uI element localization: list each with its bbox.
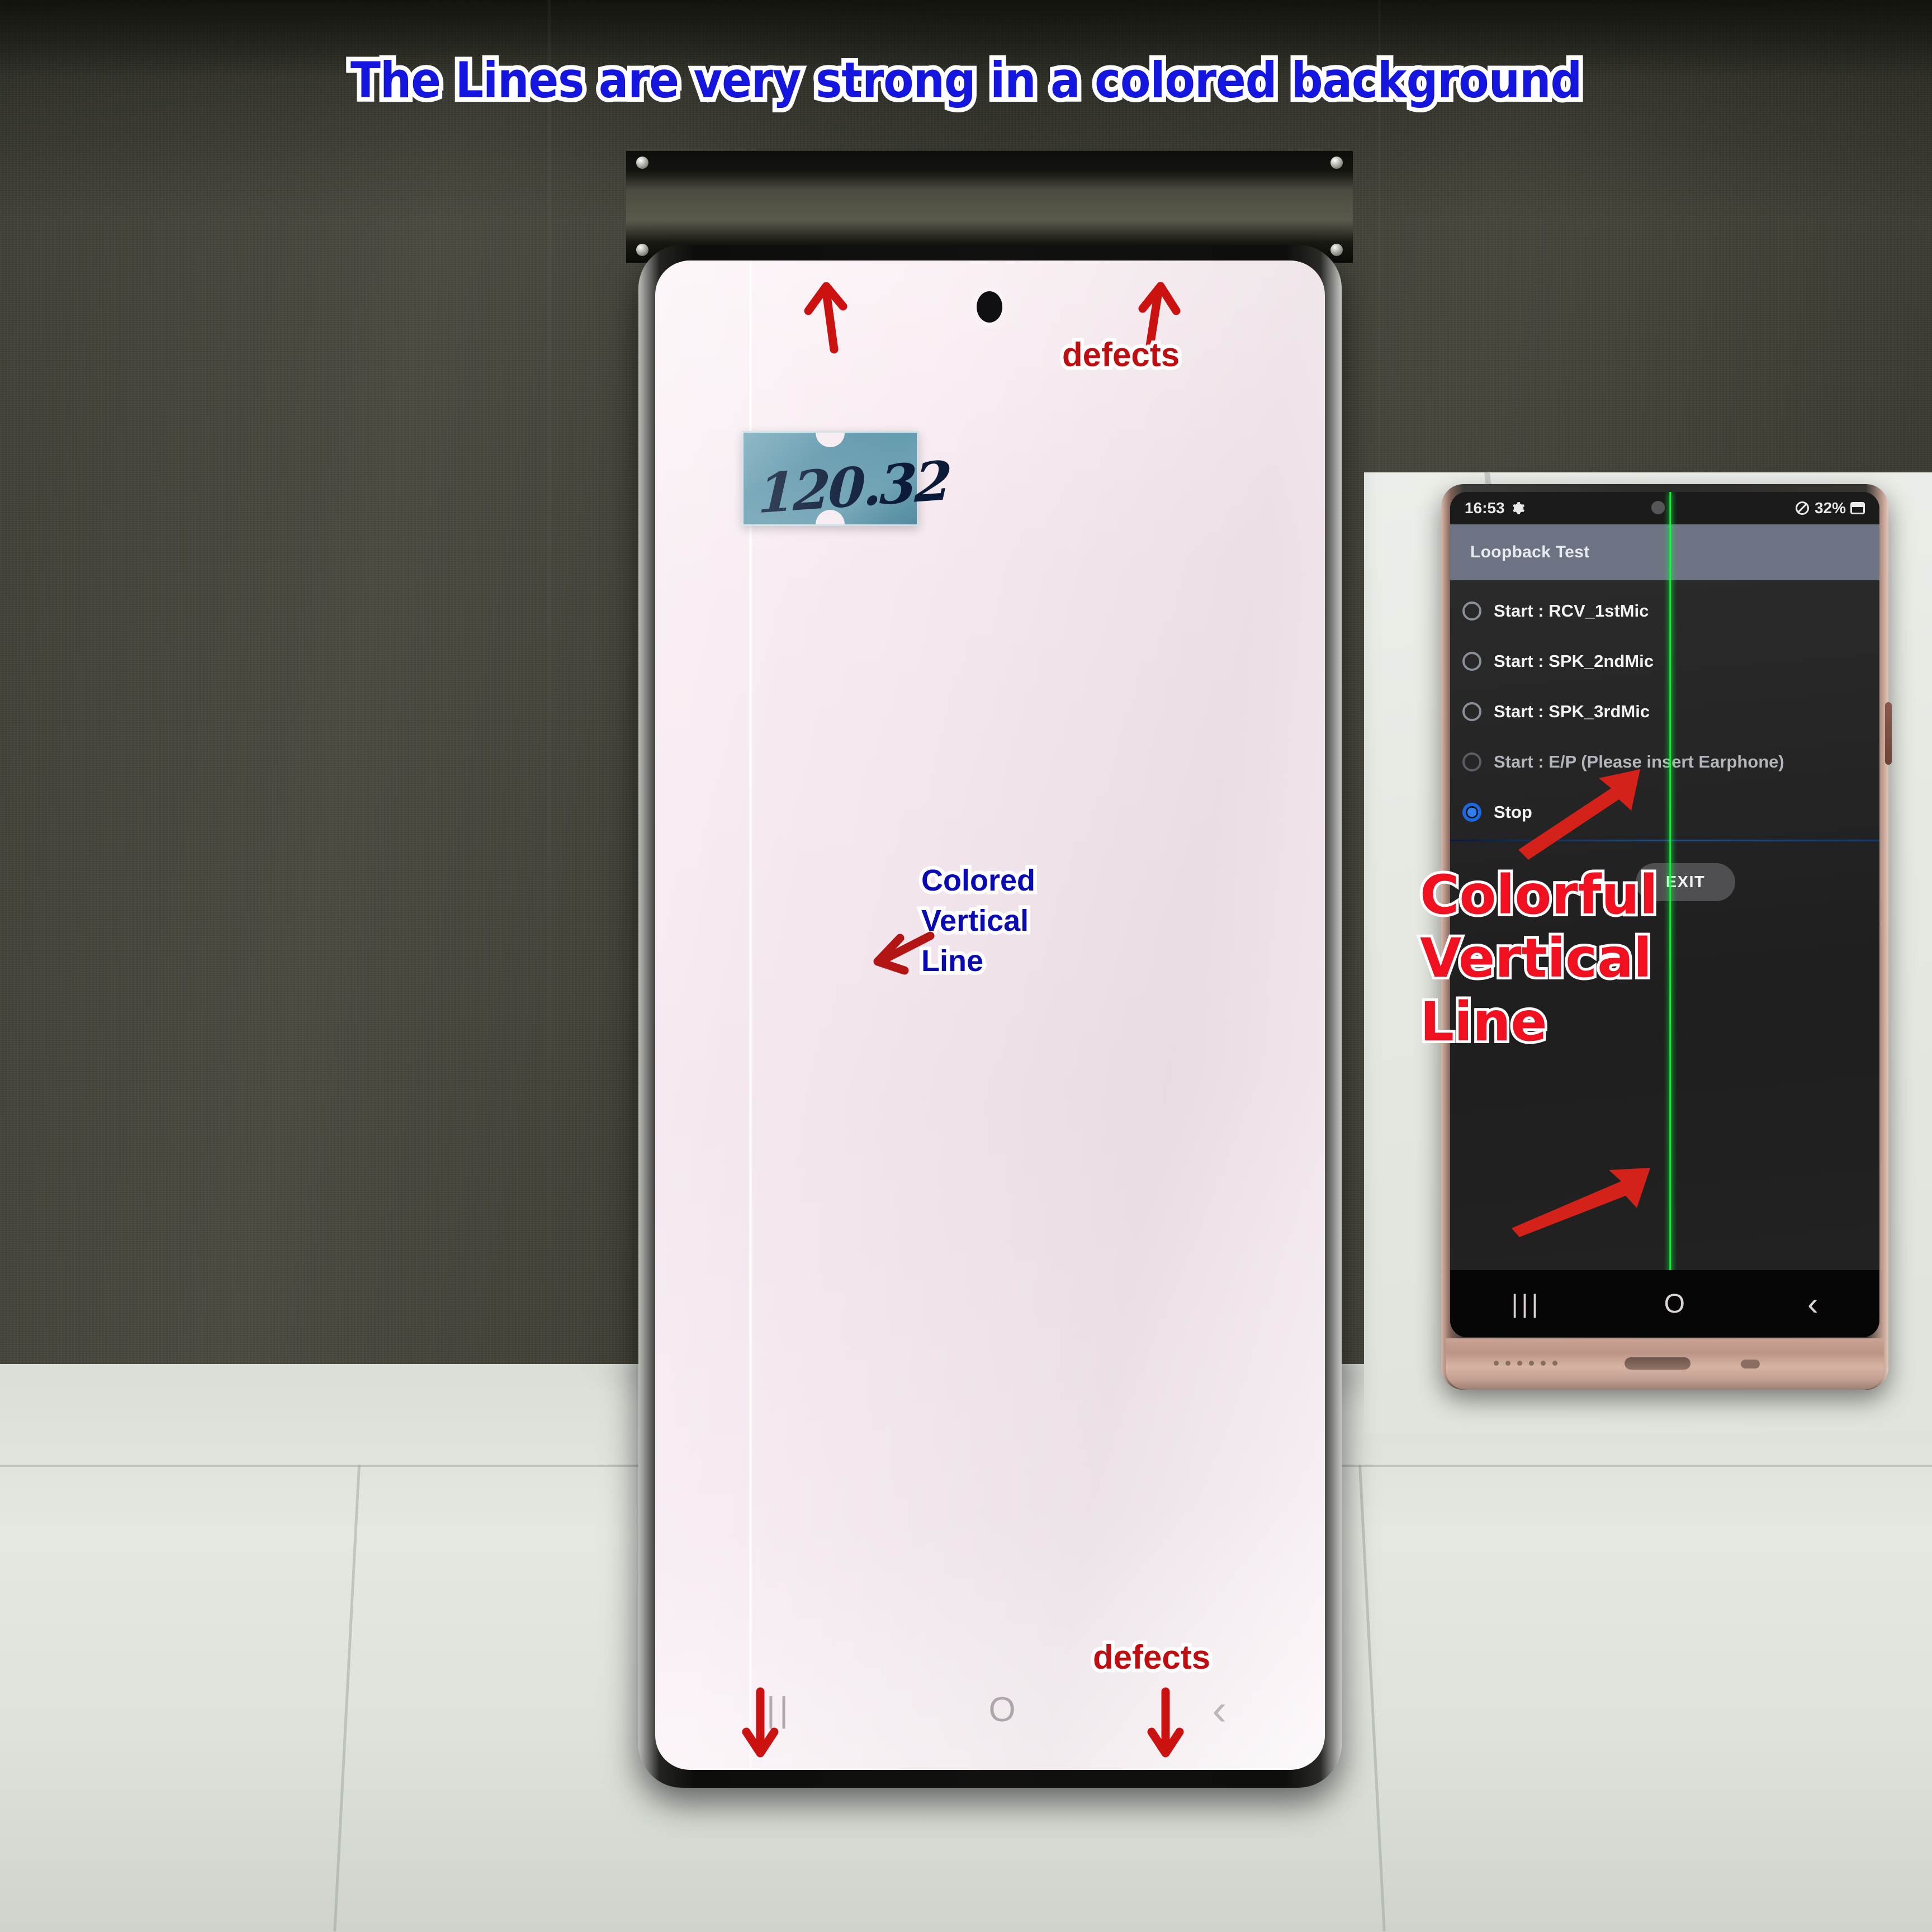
app-title: Loopback Test <box>1470 543 1590 561</box>
page-title: The Lines are very strong in a colored b… <box>346 47 1587 113</box>
label-line-2: Vertical <box>917 900 1032 941</box>
radio-button[interactable] <box>1462 803 1481 822</box>
radio-button[interactable] <box>1462 602 1481 621</box>
back-icon[interactable]: ‹ <box>1212 1684 1227 1735</box>
label-line-1: Colored <box>917 860 1039 901</box>
radio-button[interactable] <box>1462 752 1481 771</box>
status-bar: 16:53 32% <box>1450 492 1879 524</box>
fixture-screw <box>1330 244 1343 256</box>
left-phone-device: 120.32 ||| O ‹ <box>638 245 1342 1788</box>
right-phone-navbar: ||| O ‹ <box>1450 1270 1879 1337</box>
colorful-vertical-line-label: Colorful Vertical Line <box>1417 861 1661 1056</box>
annotation-arrow-to-green-line-top <box>1518 769 1640 860</box>
recents-icon[interactable]: ||| <box>1512 1289 1542 1319</box>
fixture-screw <box>1330 157 1343 169</box>
gear-icon <box>1512 502 1524 514</box>
front-camera-punch-hole <box>977 291 1002 323</box>
fixture-screw <box>636 244 648 256</box>
side-power-button[interactable] <box>1885 702 1892 765</box>
loopback-option-label: Start : RCV_1stMic <box>1494 601 1649 621</box>
sticker-handwriting: 120.32 <box>757 448 951 526</box>
speaker-grille <box>1494 1361 1557 1366</box>
battery-percent: 32% <box>1814 499 1846 517</box>
back-icon[interactable]: ‹ <box>1807 1285 1818 1323</box>
loopback-option-row[interactable]: Start : SPK_2ndMic <box>1450 636 1879 686</box>
inventory-sticker: 120.32 <box>742 431 951 526</box>
screen-defect-green-vertical-line <box>1669 492 1672 1301</box>
loopback-option-row[interactable]: Start : SPK_3rdMic <box>1450 686 1879 737</box>
radio-button[interactable] <box>1462 702 1481 721</box>
loopback-option-label: Start : SPK_3rdMic <box>1494 702 1650 721</box>
colored-vertical-line-label: Colored Vertical Line <box>917 860 1039 982</box>
phone-bottom-edge <box>1446 1338 1884 1390</box>
label-line-3: Line <box>917 940 987 981</box>
label-line-1: Colorful <box>1417 861 1661 929</box>
defects-label-bottom: defects <box>1089 1635 1214 1680</box>
annotation-arrow-to-green-line-bottom <box>1512 1168 1650 1237</box>
app-title-bar: Loopback Test <box>1450 524 1879 580</box>
left-phone-screen[interactable]: 120.32 ||| O ‹ <box>655 261 1325 1770</box>
annotation-arrow-up-left <box>804 282 847 354</box>
wall-seam-left <box>548 0 551 1381</box>
annotation-arrow-left <box>873 931 935 975</box>
do-not-disturb-icon <box>1795 501 1809 515</box>
usb-c-port <box>1625 1357 1690 1370</box>
home-icon[interactable]: O <box>989 1690 1016 1730</box>
annotation-arrow-down-left <box>742 1687 779 1758</box>
label-line-2: Vertical <box>1417 924 1655 992</box>
annotation-arrow-down-right <box>1147 1687 1184 1758</box>
radio-button[interactable] <box>1462 652 1481 671</box>
status-time: 16:53 <box>1465 499 1505 517</box>
label-line-3: Line <box>1417 988 1550 1056</box>
front-camera-punch-hole <box>1651 501 1665 514</box>
fixture-screw <box>636 157 648 169</box>
photo-scene: 120.32 ||| O ‹ 16:53 32% Loopback Test S… <box>0 0 1932 1932</box>
battery-icon <box>1850 502 1865 514</box>
microphone-hole <box>1741 1360 1760 1368</box>
loopback-option-row[interactable]: Start : RCV_1stMic <box>1450 586 1879 636</box>
defects-label-top: defects <box>1058 333 1183 377</box>
home-icon[interactable]: O <box>1664 1289 1685 1319</box>
loopback-option-label: Start : SPK_2ndMic <box>1494 651 1654 671</box>
sticker-notch-top <box>816 433 845 447</box>
